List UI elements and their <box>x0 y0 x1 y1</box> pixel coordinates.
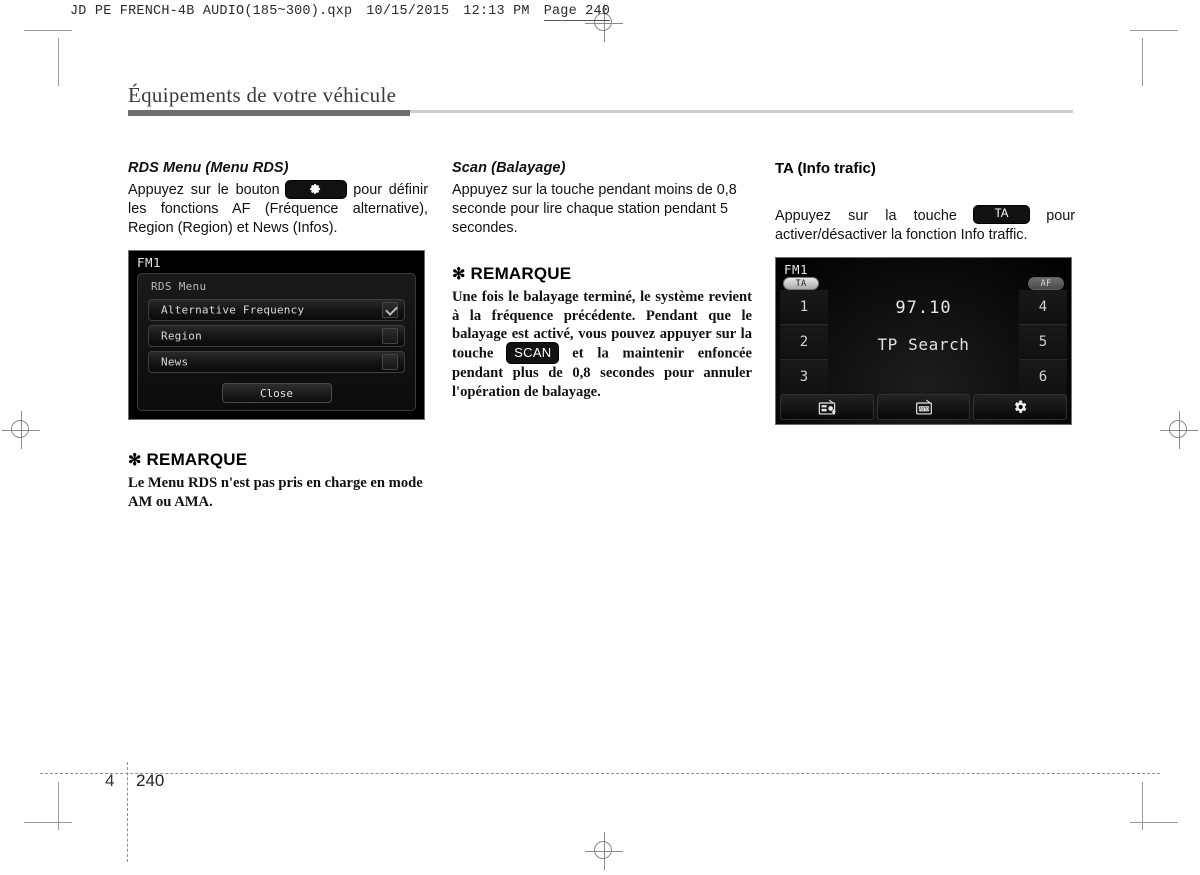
preset-label: 3 <box>799 369 809 385</box>
note-heading-label: REMARQUE <box>146 450 248 469</box>
paragraph-rds-menu-text-1: Appuyez sur le bouton <box>128 182 280 198</box>
paragraph-scan: Appuyez sur la touche pendant moins de 0… <box>452 182 737 236</box>
note-rds-menu: ✻ REMARQUE Le Menu RDS n'est pas pris en… <box>128 450 428 511</box>
note-heading-label: REMARQUE <box>470 264 572 283</box>
chapter-number: 4 <box>105 771 115 790</box>
rds-screen-title: FM1 <box>137 255 162 270</box>
gear-icon[interactable] <box>973 394 1068 420</box>
crop-mark-top-left-h <box>24 30 72 31</box>
footer-divider <box>127 762 128 862</box>
status-badge-ta[interactable]: TA <box>783 277 819 290</box>
note-heading: ✻ REMARQUE <box>128 450 428 470</box>
asterisk-icon: ✻ <box>128 452 142 469</box>
radio-now-playing: 97.10 TP Search <box>832 298 1015 354</box>
checkbox-icon[interactable] <box>382 328 398 344</box>
rds-menu-panel-title: RDS Menu <box>151 280 207 293</box>
preset-button[interactable]: 2 <box>780 325 828 360</box>
status-text: TP Search <box>877 335 970 354</box>
file-header-page: Page 240 <box>543 4 611 21</box>
note-body: Une fois le balayage terminé, le système… <box>452 288 752 402</box>
heading-rds-menu: RDS Menu (Menu RDS) <box>128 160 289 176</box>
crop-mark-bottom-right-h <box>1130 822 1178 823</box>
list-item[interactable]: News <box>148 351 405 373</box>
rds-menu-panel: RDS Menu Alternative Frequency Region Ne… <box>137 273 416 411</box>
note-body: Le Menu RDS n'est pas pris en charge en … <box>128 475 423 510</box>
checkbox-icon[interactable] <box>382 302 398 318</box>
list-item[interactable]: Region <box>148 325 405 347</box>
preset-label: 1 <box>799 299 809 315</box>
ta-key-badge[interactable]: TA <box>974 205 1030 223</box>
preset-button[interactable]: 1 <box>780 290 828 325</box>
column-one: RDS Menu (Menu RDS) Appuyez sur le bouto… <box>128 160 428 511</box>
file-header-date: 10/15/2015 <box>366 4 450 19</box>
registration-mark-bottom <box>585 832 623 870</box>
registration-mark-right <box>1160 411 1198 449</box>
crop-mark-top-right-h <box>1130 30 1178 31</box>
note-scan: ✻ REMARQUE Une fois le balayage terminé,… <box>452 264 752 402</box>
radio-screen-title: FM1 <box>784 262 809 277</box>
radio-auto-store-icon[interactable]: AUTO <box>876 394 971 420</box>
crop-mark-top-left-v <box>58 38 59 86</box>
asterisk-icon: ✻ <box>452 266 466 283</box>
preset-button[interactable]: 6 <box>1019 360 1067 394</box>
scan-key-badge[interactable]: SCAN <box>507 342 559 364</box>
list-item[interactable]: Alternative Frequency <box>148 299 405 321</box>
preset-label: 5 <box>1038 334 1048 350</box>
radio-list-download-icon[interactable] <box>780 394 874 420</box>
preset-button[interactable]: 3 <box>780 360 828 394</box>
crop-mark-bottom-right-v <box>1142 782 1143 830</box>
preset-list-right: 4 5 6 <box>1019 290 1067 394</box>
rds-option-label: News <box>161 355 189 369</box>
frequency-display: 97.10 <box>895 298 952 318</box>
footer-rule <box>40 773 1160 774</box>
file-header-time: 12:13 PM <box>463 4 530 19</box>
rds-menu-screen: FM1 RDS Menu Alternative Frequency Regio… <box>128 250 425 420</box>
paragraph-ta: Appuyez sur la touche TA pour activer/dé… <box>775 205 1075 245</box>
rds-option-label: Alternative Frequency <box>161 303 305 317</box>
column-two: Scan (Balayage) Appuyez sur la touche pe… <box>452 160 752 402</box>
page-title: Équipements de votre véhicule <box>128 83 397 107</box>
page-number: 240 <box>136 771 165 790</box>
svg-text:AUTO: AUTO <box>919 407 929 412</box>
gear-icon[interactable] <box>286 180 347 198</box>
heading-ta: TA (Info trafic) <box>775 160 876 177</box>
checkbox-icon[interactable] <box>382 354 398 370</box>
preset-label: 6 <box>1038 369 1048 385</box>
file-header: JD PE FRENCH-4B AUDIO(185~300).qxp 10/15/… <box>70 4 611 21</box>
crop-mark-bottom-left-v <box>58 782 59 830</box>
note-heading: ✻ REMARQUE <box>452 264 752 284</box>
note-body-text-2: et la maintenir enfoncée pendant plus de… <box>452 345 752 400</box>
radio-screen: FM1 TA AF 1 2 3 4 5 6 97.10 TP Search AU… <box>775 257 1072 425</box>
close-button[interactable]: Close <box>221 383 332 403</box>
crop-mark-top-right-v <box>1142 38 1143 86</box>
status-badge-af[interactable]: AF <box>1028 277 1064 290</box>
file-header-filename: JD PE FRENCH-4B AUDIO(185~300).qxp <box>70 4 353 19</box>
preset-button[interactable]: 4 <box>1019 290 1067 325</box>
rds-option-label: Region <box>161 329 202 343</box>
heading-scan: Scan (Balayage) <box>452 160 566 176</box>
rds-menu-option-list: Alternative Frequency Region News <box>148 299 405 377</box>
crop-mark-bottom-left-h <box>24 822 72 823</box>
title-rule-accent <box>128 110 410 116</box>
preset-list-left: 1 2 3 <box>780 290 828 394</box>
registration-mark-left <box>2 411 40 449</box>
radio-toolbar: AUTO <box>780 394 1068 420</box>
preset-label: 2 <box>799 334 809 350</box>
paragraph-rds-menu: Appuyez sur le bouton pour définir les f… <box>128 180 428 238</box>
preset-label: 4 <box>1038 299 1048 315</box>
paragraph-ta-text-1: Appuyez sur la touche <box>775 208 957 224</box>
preset-button[interactable]: 5 <box>1019 325 1067 360</box>
column-three: TA (Info trafic) Appuyez sur la touche T… <box>775 160 1075 425</box>
